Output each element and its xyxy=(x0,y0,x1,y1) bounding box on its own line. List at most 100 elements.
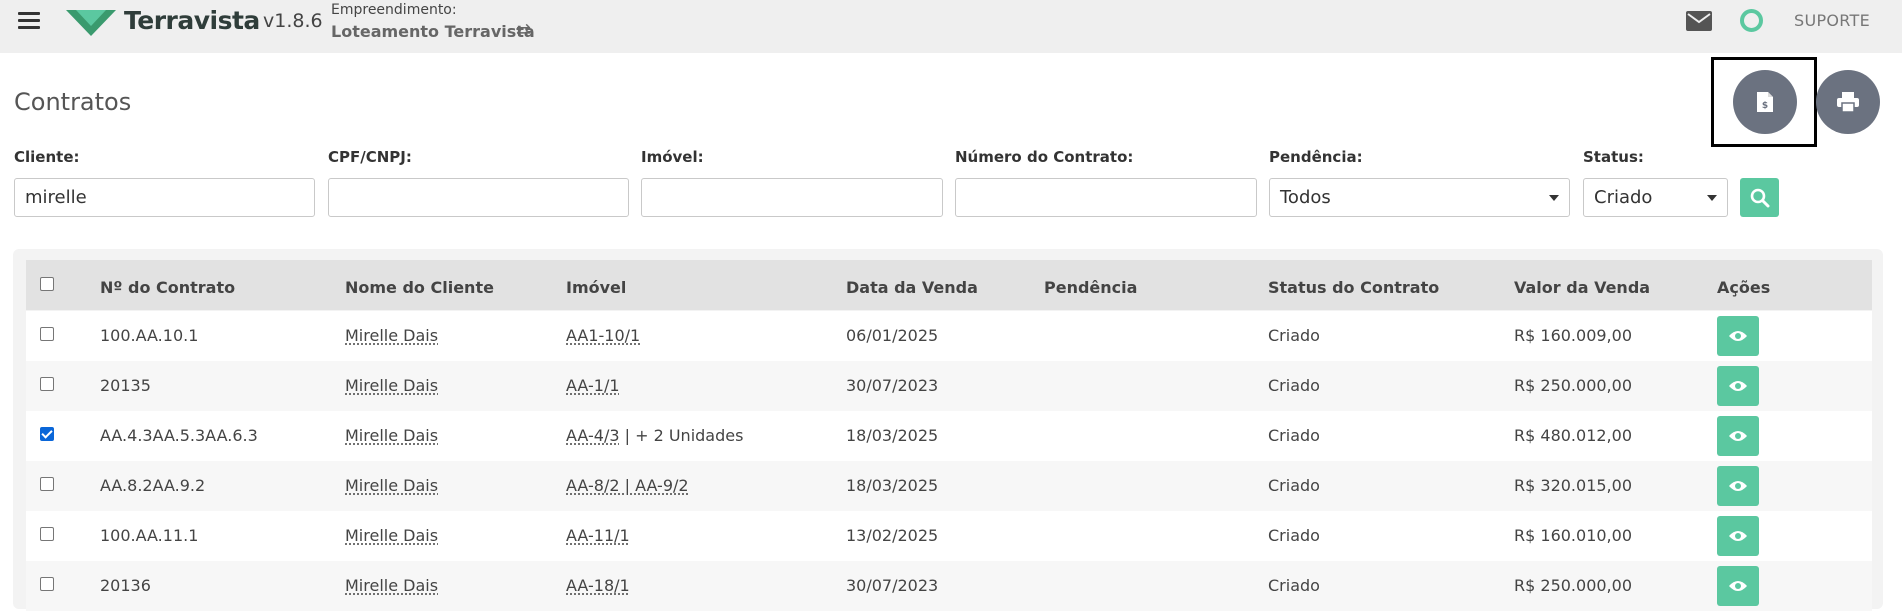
property-link[interactable]: AA-1/1 xyxy=(566,376,620,395)
cpf-input[interactable] xyxy=(328,178,629,217)
contract-number: 100.AA.10.1 xyxy=(100,326,199,345)
client-name-link[interactable]: Mirelle Dais xyxy=(345,576,438,595)
pendencia-value: Todos xyxy=(1280,187,1331,208)
mail-icon[interactable] xyxy=(1686,11,1712,31)
row-checkbox[interactable] xyxy=(40,327,54,341)
row-checkbox[interactable] xyxy=(40,427,54,441)
search-button[interactable] xyxy=(1740,178,1779,217)
pendencia-select[interactable]: Todos xyxy=(1269,178,1570,217)
contract-status: Criado xyxy=(1268,426,1320,445)
eye-icon xyxy=(1729,431,1747,441)
property-link[interactable]: AA-8/2 | AA-9/2 xyxy=(566,476,689,495)
client-name-link[interactable]: Mirelle Dais xyxy=(345,476,438,495)
view-contract-button[interactable] xyxy=(1717,366,1759,406)
contract-number: AA.8.2AA.9.2 xyxy=(100,476,206,495)
print-button[interactable] xyxy=(1816,70,1880,134)
property-extra: | + 2 Unidades xyxy=(619,426,744,445)
contract-status: Criado xyxy=(1268,326,1320,345)
sale-value: R$ 320.015,00 xyxy=(1514,476,1632,495)
property-link[interactable]: AA-11/1 xyxy=(566,526,630,545)
status-indicator-icon xyxy=(1740,9,1763,32)
brand-name: Terravista xyxy=(124,6,260,35)
row-checkbox[interactable] xyxy=(40,477,54,491)
sale-date: 06/01/2025 xyxy=(846,326,939,345)
sale-date: 18/03/2025 xyxy=(846,476,939,495)
client-name-link[interactable]: Mirelle Dais xyxy=(345,426,438,445)
property-link[interactable]: AA-4/3 xyxy=(566,426,620,445)
status-label: Status: xyxy=(1583,148,1644,166)
contract-number: 20135 xyxy=(100,376,151,395)
property-cell: AA-8/2 | AA-9/2 xyxy=(566,476,689,495)
row-checkbox[interactable] xyxy=(40,577,54,591)
cliente-input[interactable] xyxy=(14,178,315,217)
property-cell: AA-11/1 xyxy=(566,526,630,545)
contract-status: Criado xyxy=(1268,476,1320,495)
page-title: Contratos xyxy=(14,88,132,116)
menu-icon[interactable] xyxy=(18,12,40,30)
property-link[interactable]: AA-18/1 xyxy=(566,576,630,595)
property-cell: AA-18/1 xyxy=(566,576,630,595)
client-name-link[interactable]: Mirelle Dais xyxy=(345,526,438,545)
view-contract-button[interactable] xyxy=(1717,466,1759,506)
sale-date: 13/02/2025 xyxy=(846,526,939,545)
empreendimento-name[interactable]: Loteamento Terravista xyxy=(331,22,535,41)
eye-icon xyxy=(1729,581,1747,591)
row-checkbox[interactable] xyxy=(40,377,54,391)
view-contract-button[interactable] xyxy=(1717,516,1759,556)
pendencia-label: Pendência: xyxy=(1269,148,1363,166)
cpf-label: CPF/CNPJ: xyxy=(328,148,412,166)
caret-down-icon xyxy=(1549,195,1559,201)
sale-date: 30/07/2023 xyxy=(846,376,939,395)
sale-value: R$ 160.010,00 xyxy=(1514,526,1632,545)
empreendimento-label: Empreendimento: xyxy=(331,2,457,18)
select-all-checkbox[interactable] xyxy=(40,277,54,291)
property-cell: AA-4/3 | + 2 Unidades xyxy=(566,426,743,445)
imovel-label: Imóvel: xyxy=(641,148,704,166)
property-cell: AA1-10/1 xyxy=(566,326,640,345)
property-cell: AA-1/1 xyxy=(566,376,620,395)
col-data-header[interactable]: Data da Venda xyxy=(846,278,978,297)
numero-contrato-label: Número do Contrato: xyxy=(955,148,1134,166)
col-cliente-header[interactable]: Nome do Cliente xyxy=(345,278,494,297)
eye-icon xyxy=(1729,331,1747,341)
col-imovel-header[interactable]: Imóvel xyxy=(566,278,626,297)
focus-highlight xyxy=(1711,57,1817,147)
caret-down-icon xyxy=(1707,195,1717,201)
imovel-input[interactable] xyxy=(641,178,943,217)
print-icon xyxy=(1837,92,1859,113)
client-name-link[interactable]: Mirelle Dais xyxy=(345,376,438,395)
status-value: Criado xyxy=(1594,187,1653,208)
contract-number: 100.AA.11.1 xyxy=(100,526,199,545)
client-name-link[interactable]: Mirelle Dais xyxy=(345,326,438,345)
sale-value: R$ 480.012,00 xyxy=(1514,426,1632,445)
contract-status: Criado xyxy=(1268,526,1320,545)
contract-number: 20136 xyxy=(100,576,151,595)
col-status-header[interactable]: Status do Contrato xyxy=(1268,278,1439,297)
sale-value: R$ 160.009,00 xyxy=(1514,326,1632,345)
eye-icon xyxy=(1729,531,1747,541)
contract-status: Criado xyxy=(1268,576,1320,595)
contract-number: AA.4.3AA.5.3AA.6.3 xyxy=(100,426,258,445)
numero-contrato-input[interactable] xyxy=(955,178,1257,217)
terravista-logo xyxy=(66,10,116,36)
col-valor-header[interactable]: Valor da Venda xyxy=(1514,278,1650,297)
app-version: v1.8.6 xyxy=(263,10,323,32)
eye-icon xyxy=(1729,381,1747,391)
row-checkbox[interactable] xyxy=(40,527,54,541)
sale-date: 18/03/2025 xyxy=(846,426,939,445)
col-numero-header[interactable]: Nº do Contrato xyxy=(100,278,235,297)
swap-icon[interactable]: ⇄ xyxy=(516,20,531,41)
support-link[interactable]: SUPORTE xyxy=(1794,11,1870,30)
status-select[interactable]: Criado xyxy=(1583,178,1728,217)
view-contract-button[interactable] xyxy=(1717,316,1759,356)
cliente-label: Cliente: xyxy=(14,148,80,166)
col-pendencia-header[interactable]: Pendência xyxy=(1044,278,1137,297)
contract-status: Criado xyxy=(1268,376,1320,395)
view-contract-button[interactable] xyxy=(1717,566,1759,606)
view-contract-button[interactable] xyxy=(1717,416,1759,456)
sale-date: 30/07/2023 xyxy=(846,576,939,595)
eye-icon xyxy=(1729,481,1747,491)
col-acoes-header: Ações xyxy=(1717,278,1771,297)
search-icon xyxy=(1750,188,1769,207)
property-link[interactable]: AA1-10/1 xyxy=(566,326,640,345)
